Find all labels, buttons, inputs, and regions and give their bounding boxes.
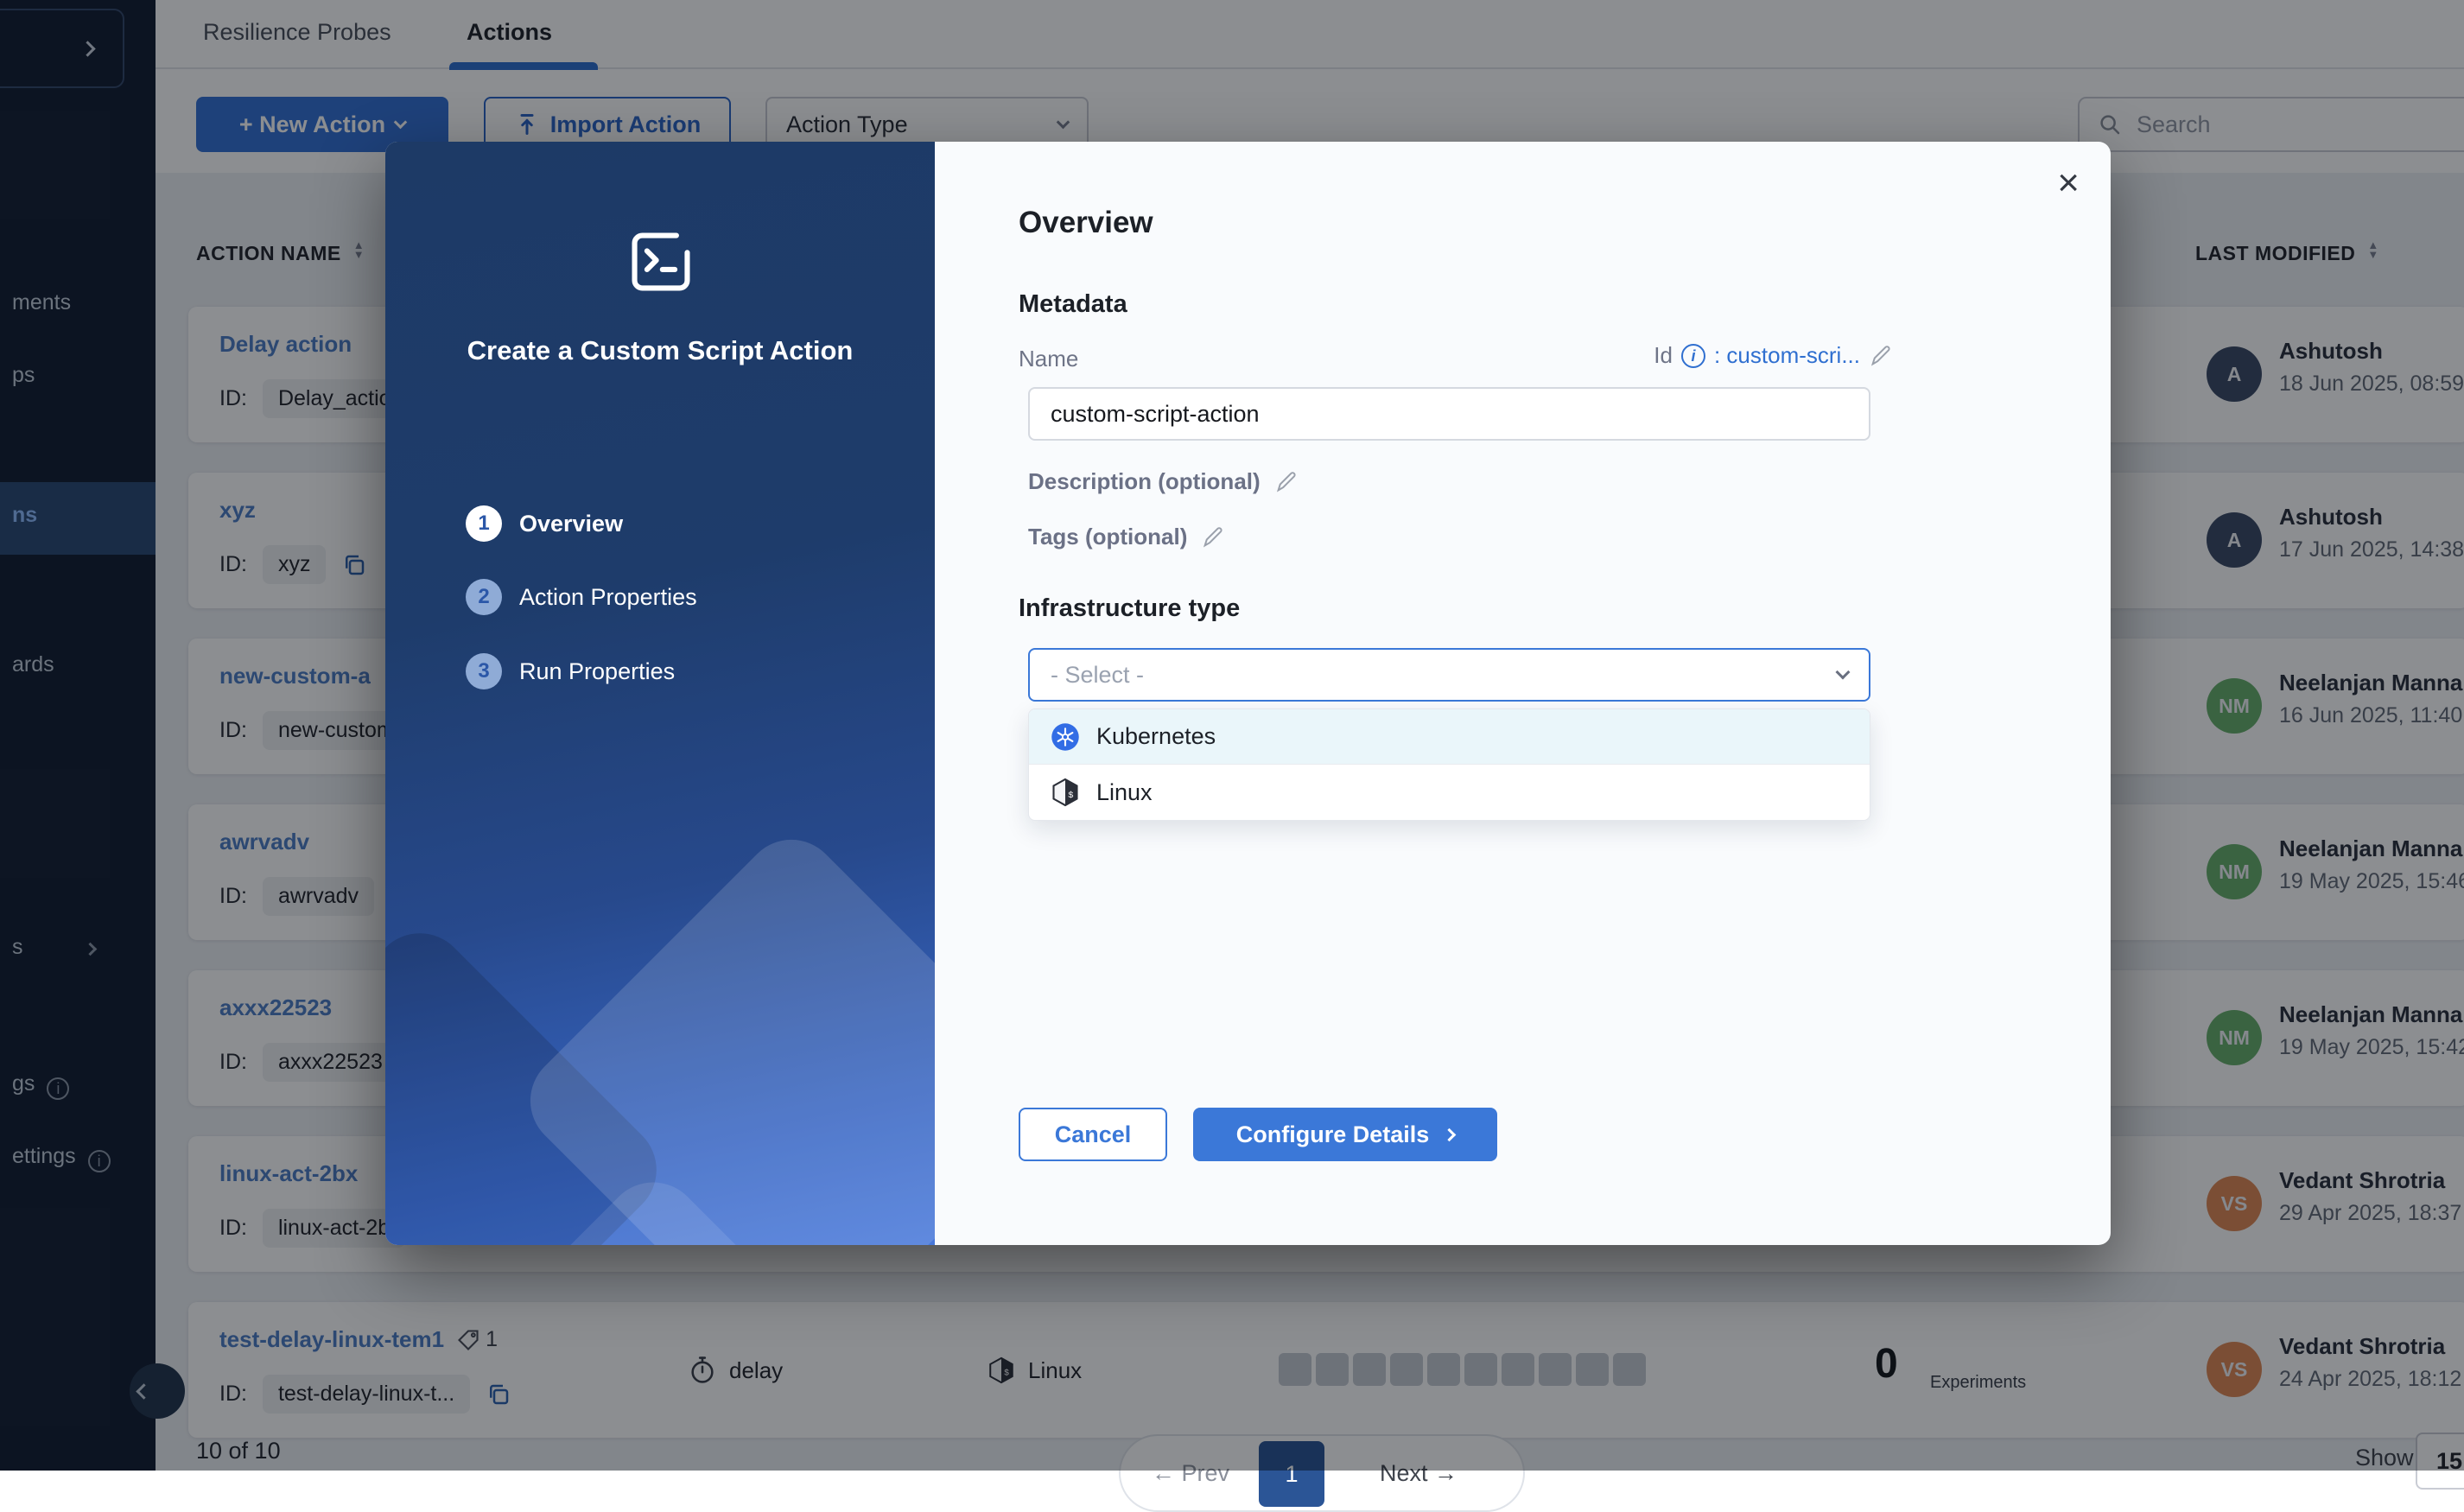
tags-toggle[interactable]: Tags (optional) bbox=[1028, 524, 1225, 550]
option-linux[interactable]: $ Linux bbox=[1029, 765, 1870, 820]
metadata-heading: Metadata bbox=[1019, 290, 1127, 319]
kubernetes-icon bbox=[1050, 721, 1081, 753]
step-number: 3 bbox=[466, 653, 502, 689]
edit-icon[interactable] bbox=[1201, 525, 1225, 550]
info-icon[interactable]: i bbox=[1681, 344, 1705, 368]
step-run-properties[interactable]: 3 Run Properties bbox=[466, 653, 675, 689]
step-number: 1 bbox=[466, 505, 502, 542]
step-label: Overview bbox=[519, 511, 623, 537]
cancel-button[interactable]: Cancel bbox=[1019, 1108, 1167, 1161]
infrastructure-heading: Infrastructure type bbox=[1019, 594, 1240, 623]
wizard-title: Create a Custom Script Action bbox=[463, 334, 857, 368]
step-action-properties[interactable]: 2 Action Properties bbox=[466, 579, 697, 615]
modal-heading: Overview bbox=[1019, 206, 1153, 240]
step-label: Run Properties bbox=[519, 658, 675, 685]
id-display: Id i : custom-scri... bbox=[1654, 342, 1893, 369]
option-kubernetes[interactable]: Kubernetes bbox=[1029, 709, 1870, 765]
step-number: 2 bbox=[466, 579, 502, 615]
infrastructure-menu: Kubernetes $ Linux bbox=[1028, 708, 1870, 821]
infrastructure-select[interactable]: - Select - bbox=[1028, 648, 1870, 702]
linux-icon: $ bbox=[1050, 777, 1081, 808]
step-overview[interactable]: 1 Overview bbox=[466, 505, 623, 542]
svg-text:$: $ bbox=[1068, 791, 1073, 801]
wizard-panel: Create a Custom Script Action 1 Overview… bbox=[385, 142, 935, 1245]
description-toggle[interactable]: Description (optional) bbox=[1028, 468, 1299, 495]
step-label: Action Properties bbox=[519, 584, 697, 611]
chevron-down-icon bbox=[1836, 665, 1851, 680]
name-input[interactable] bbox=[1028, 387, 1870, 441]
edit-icon[interactable] bbox=[1274, 470, 1299, 494]
edit-icon[interactable] bbox=[1869, 344, 1893, 368]
configure-details-button[interactable]: Configure Details bbox=[1193, 1108, 1497, 1161]
chevron-right-icon bbox=[1443, 1128, 1457, 1141]
name-label: Name bbox=[1019, 346, 1078, 372]
id-label: Id bbox=[1654, 342, 1673, 369]
terminal-icon bbox=[624, 225, 698, 299]
create-action-modal: Create a Custom Script Action 1 Overview… bbox=[385, 142, 2111, 1245]
id-value: : custom-scri... bbox=[1714, 342, 1860, 369]
close-icon[interactable]: × bbox=[2057, 164, 2080, 202]
